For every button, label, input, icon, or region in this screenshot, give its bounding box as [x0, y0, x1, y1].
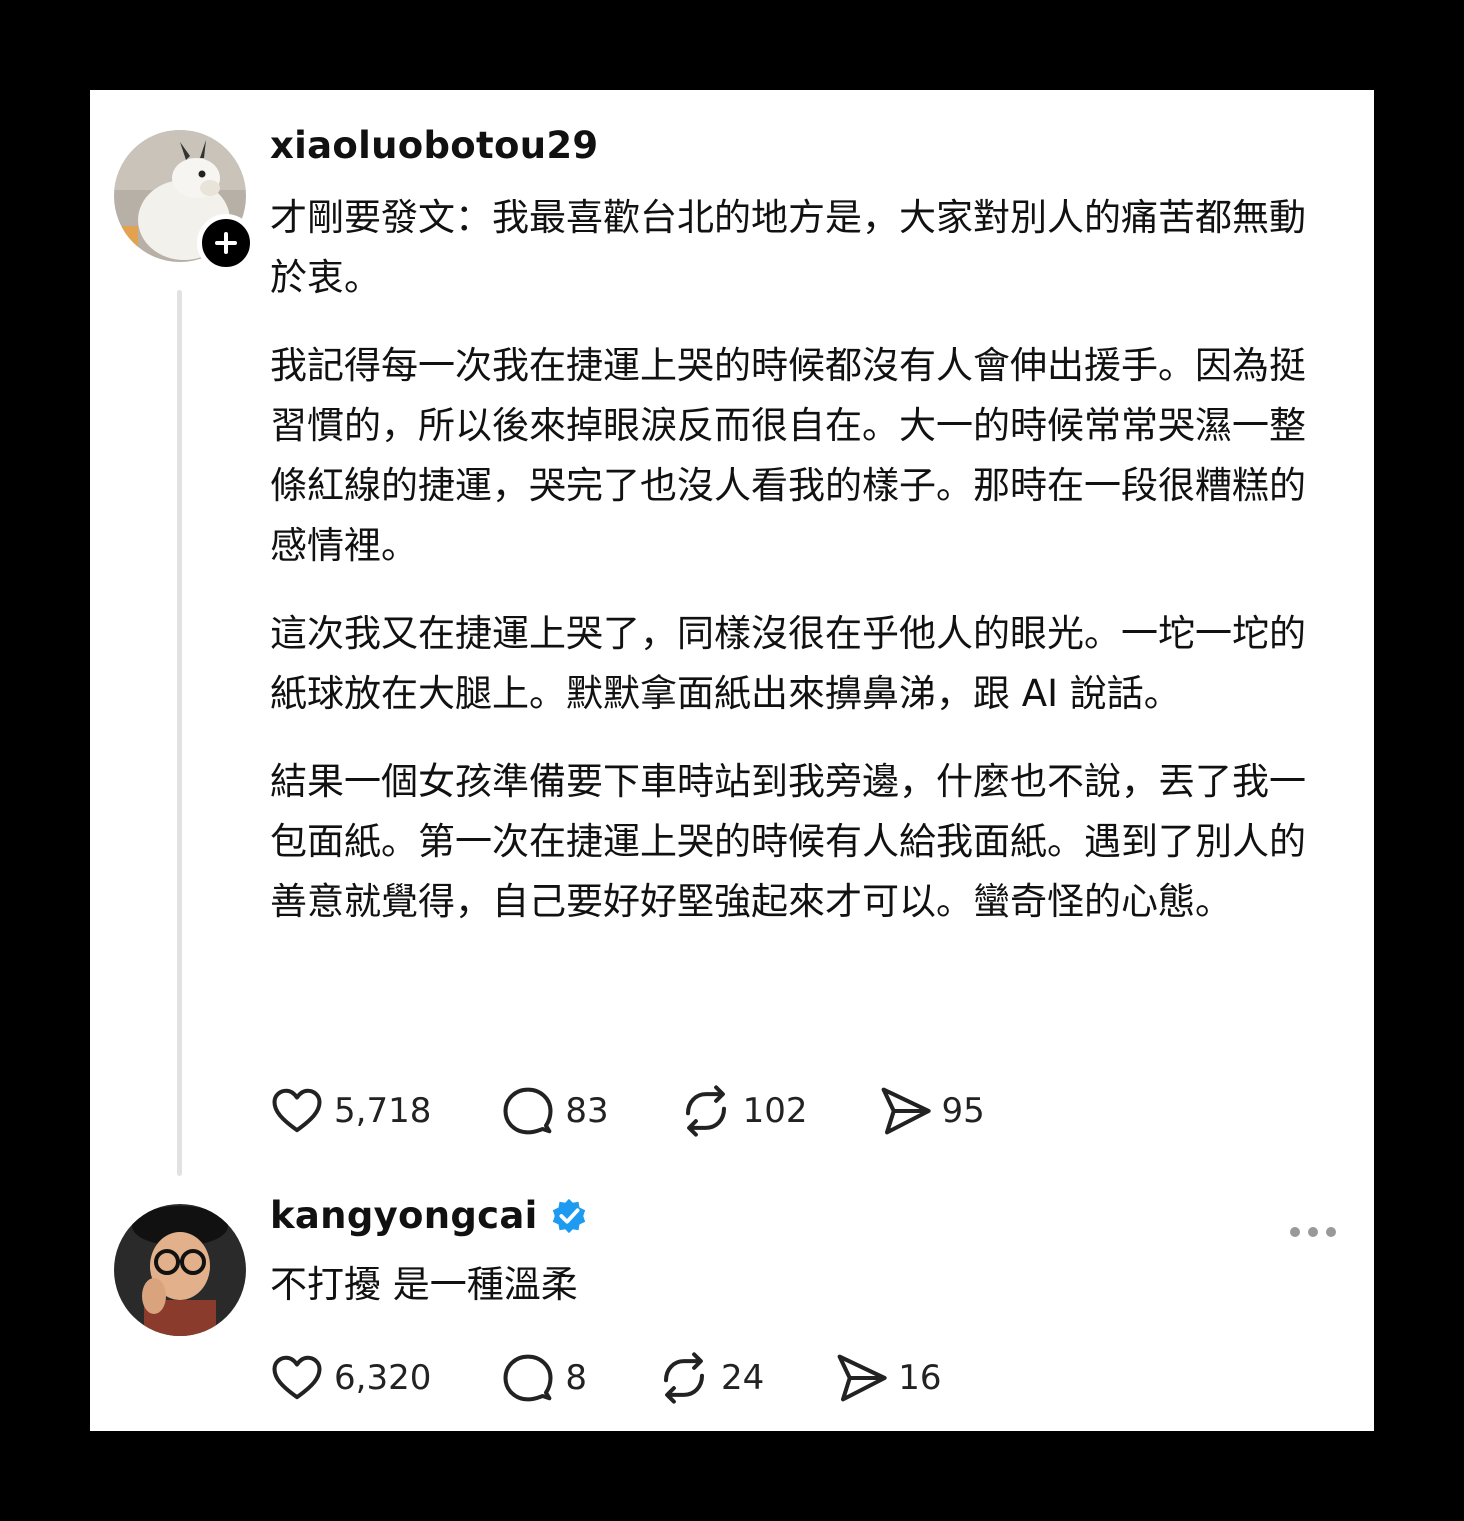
- heart-icon: [272, 1355, 322, 1400]
- reply-count: 83: [565, 1091, 609, 1131]
- thread-card: xiaoluobotou29 才剛要發文：我最喜歡台北的地方是，大家對別人的痛苦…: [90, 90, 1374, 1431]
- share-count: 95: [941, 1091, 985, 1131]
- like-button[interactable]: 6,320: [270, 1351, 431, 1405]
- reply-count: 8: [565, 1358, 587, 1398]
- share-count: 16: [898, 1358, 942, 1398]
- reply-button[interactable]: 8: [501, 1351, 587, 1405]
- post-actions: 6,320 8 24 16: [270, 1351, 1012, 1405]
- share-button[interactable]: 95: [878, 1084, 985, 1138]
- repost-button[interactable]: 24: [657, 1351, 764, 1405]
- heart-icon: [272, 1088, 322, 1133]
- share-button[interactable]: 16: [834, 1351, 942, 1405]
- repost-icon: [685, 1085, 726, 1137]
- reply-button[interactable]: 83: [501, 1084, 609, 1138]
- avatar-man-glasses-beret-icon: [114, 1204, 246, 1336]
- verified-badge-icon: [552, 1198, 585, 1233]
- username-link[interactable]: kangyongcai: [270, 1194, 588, 1237]
- dot: [1326, 1227, 1336, 1237]
- repost-icon: [663, 1352, 705, 1404]
- post-actions: 5,718 83 102 95: [270, 1084, 1055, 1138]
- username-text[interactable]: xiaoluobotou29: [270, 124, 598, 167]
- post-body: 不打擾 是一種溫柔: [270, 1255, 1330, 1343]
- username-text[interactable]: kangyongcai: [270, 1194, 538, 1237]
- post-body: 才剛要發文：我最喜歡台北的地方是，大家對別人的痛苦都無動於衷。 我記得每一次我在…: [270, 188, 1330, 960]
- dot: [1290, 1227, 1300, 1237]
- follow-plus-button[interactable]: [197, 214, 255, 272]
- repost-count: 102: [742, 1091, 808, 1131]
- repost-count: 24: [720, 1358, 765, 1398]
- post-paragraph: 結果一個女孩準備要下車時站到我旁邊，什麼也不說，丟了我一包面紙。第一次在捷運上哭…: [270, 760, 1306, 923]
- like-count: 6,320: [334, 1358, 432, 1398]
- post-paragraph: 我記得每一次我在捷運上哭的時候都沒有人會伸出援手。因為挺習慣的，所以後來掉眼淚反…: [270, 344, 1306, 567]
- send-icon: [837, 1354, 887, 1402]
- avatar[interactable]: [114, 1204, 246, 1336]
- repost-button[interactable]: 102: [679, 1084, 808, 1138]
- more-options-button[interactable]: [1290, 1227, 1336, 1237]
- username-link[interactable]: xiaoluobotou29: [270, 124, 598, 167]
- like-count: 5,718: [334, 1091, 432, 1131]
- like-button[interactable]: 5,718: [270, 1084, 431, 1138]
- post-paragraph: 這次我又在捷運上哭了，同樣沒很在乎他人的眼光。一坨一坨的紙球放在大腿上。默默拿面…: [270, 612, 1306, 715]
- send-icon: [881, 1087, 931, 1135]
- plus-icon: [215, 232, 237, 254]
- dot: [1308, 1227, 1318, 1237]
- comment-bubble-icon: [503, 1354, 553, 1402]
- thread-connector-line: [177, 290, 182, 1176]
- post-paragraph: 不打擾 是一種溫柔: [270, 1263, 578, 1306]
- comment-bubble-icon: [503, 1087, 553, 1135]
- post-paragraph: 才剛要發文：我最喜歡台北的地方是，大家對別人的痛苦都無動於衷。: [270, 196, 1306, 299]
